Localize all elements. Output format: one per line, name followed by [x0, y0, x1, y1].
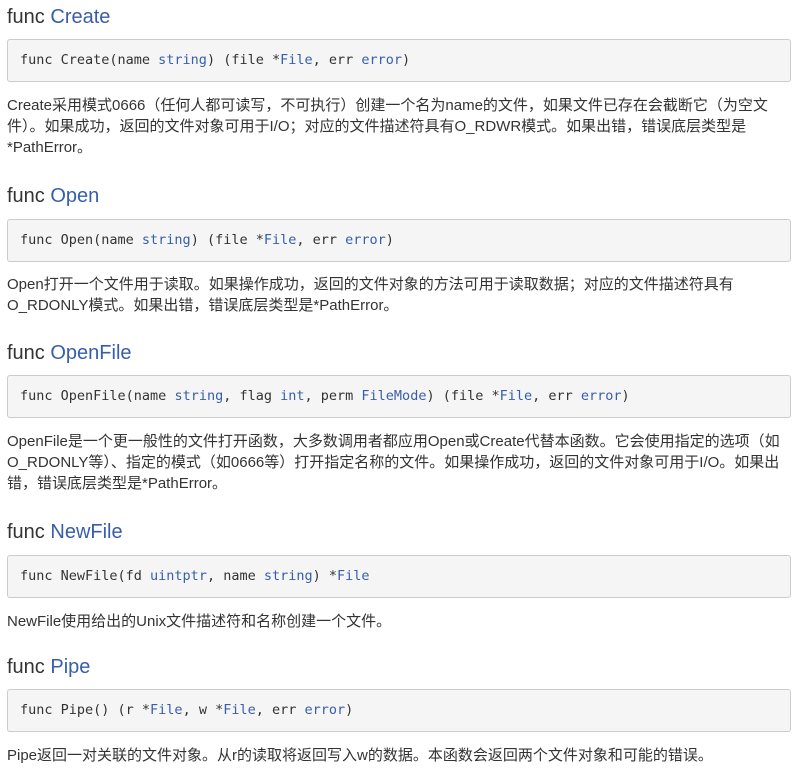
signature-text: ) — [402, 52, 411, 68]
func-keyword: func — [7, 6, 45, 28]
signature-type[interactable]: FileMode — [361, 388, 426, 404]
signature-type[interactable]: error — [305, 702, 346, 718]
signature-text: ) (file * — [190, 232, 264, 248]
func-name-link[interactable]: OpenFile — [50, 342, 131, 364]
signature-text: ) — [385, 232, 394, 248]
signature-type[interactable]: string — [142, 232, 191, 248]
func-heading: func Open — [0, 184, 99, 208]
func-signature: func Create(name string) (file *File, er… — [7, 39, 791, 82]
signature-text: func NewFile(fd — [20, 568, 151, 584]
doc-page: func Create func Create(name string) (fi… — [0, 0, 801, 771]
func-name-link[interactable]: Open — [50, 185, 99, 207]
signature-type[interactable]: uintptr — [150, 568, 207, 584]
signature-type[interactable]: File — [264, 232, 297, 248]
signature-type[interactable]: error — [581, 388, 622, 404]
signature-type[interactable]: string — [264, 568, 313, 584]
signature-text: ) (file * — [206, 52, 281, 68]
signature-text: , w * — [182, 702, 224, 718]
signature-text: func OpenFile(name — [20, 388, 175, 404]
signature-type[interactable]: File — [223, 702, 256, 718]
signature-text: ) (file * — [426, 388, 500, 404]
signature-text: func Create(name — [20, 52, 159, 68]
func-description: OpenFile是一个更一般性的文件打开函数，大多数调用者都应用Open或Cre… — [7, 433, 780, 492]
signature-text: , err — [532, 388, 581, 404]
func-keyword: func — [7, 342, 45, 364]
signature-text: ) — [345, 702, 354, 718]
func-keyword: func — [7, 656, 45, 678]
func-heading: func Pipe — [0, 655, 90, 679]
func-signature: func Open(name string) (file *File, err … — [7, 219, 791, 262]
func-description: Create采用模式0666（任何人都可读写，不可执行）创建一个名为name的文… — [7, 97, 768, 156]
func-description: Pipe返回一对关联的文件对象。从r的读取将返回写入w的数据。本函数会返回两个文… — [7, 747, 713, 764]
func-description: Open打开一个文件用于读取。如果操作成功，返回的文件对象的方法可用于读取数据；… — [7, 276, 734, 314]
signature-text: func Pipe() (r * — [20, 702, 151, 718]
signature-text: , perm — [304, 388, 362, 404]
signature-text: , flag — [223, 388, 281, 404]
signature-type[interactable]: File — [337, 568, 370, 584]
signature-type[interactable]: string — [158, 52, 207, 68]
signature-text: ) * — [312, 568, 338, 584]
func-signature: func OpenFile(name string, flag int, per… — [7, 375, 791, 418]
func-keyword: func — [7, 521, 45, 543]
signature-type[interactable]: int — [280, 388, 304, 404]
signature-text: ) — [621, 388, 630, 404]
func-name-link[interactable]: Create — [50, 6, 110, 28]
signature-type[interactable]: File — [150, 702, 183, 718]
signature-type[interactable]: error — [345, 232, 386, 248]
signature-type[interactable]: error — [361, 52, 402, 68]
func-heading: func NewFile — [0, 520, 123, 544]
func-keyword: func — [7, 185, 45, 207]
signature-text: , name — [206, 568, 264, 584]
signature-text: , err — [255, 702, 305, 718]
signature-text: , err — [296, 232, 346, 248]
signature-text: func Open(name — [20, 232, 142, 248]
func-name-link[interactable]: Pipe — [50, 656, 90, 678]
func-signature: func NewFile(fd uintptr, name string) *F… — [7, 555, 791, 598]
func-description: NewFile使用给出的Unix文件描述符和名称创建一个文件。 — [7, 613, 392, 630]
func-heading: func Create — [0, 5, 110, 29]
signature-text: , err — [312, 52, 362, 68]
signature-type[interactable]: File — [500, 388, 533, 404]
signature-type[interactable]: string — [174, 388, 223, 404]
func-heading: func OpenFile — [0, 341, 132, 365]
func-name-link[interactable]: NewFile — [50, 521, 122, 543]
signature-type[interactable]: File — [280, 52, 313, 68]
func-signature: func Pipe() (r *File, w *File, err error… — [7, 689, 791, 732]
